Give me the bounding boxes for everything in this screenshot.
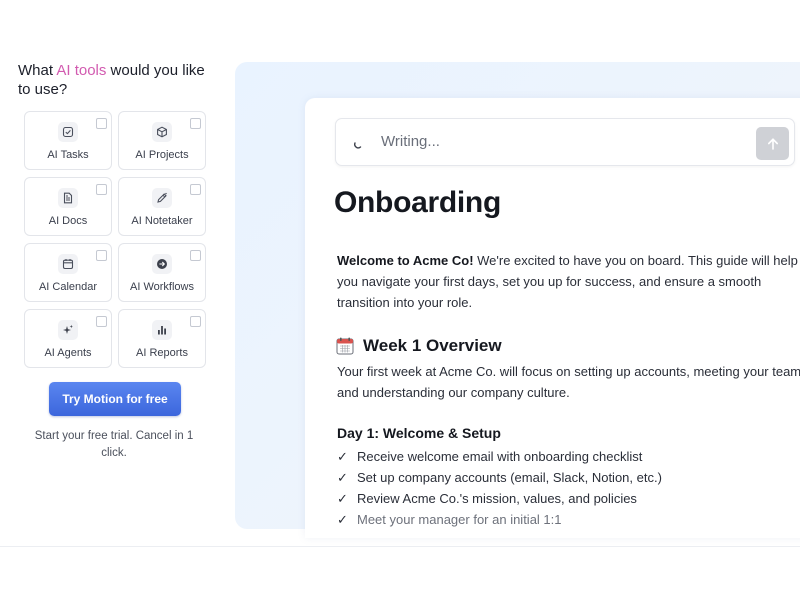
heading-text-before: What bbox=[18, 62, 57, 79]
spinner-icon bbox=[354, 142, 362, 149]
list-item: ✓ Set up company accounts (email, Slack, … bbox=[337, 467, 662, 488]
calendar-icon bbox=[58, 254, 78, 274]
list-item: ✓ Review Acme Co.'s mission, values, and … bbox=[337, 488, 662, 509]
day-heading: Day 1: Welcome & Setup bbox=[337, 425, 501, 441]
tool-label: AI Docs bbox=[48, 215, 88, 227]
welcome-paragraph: Welcome to Acme Co! We're excited to hav… bbox=[337, 250, 800, 313]
check-icon: ✓ bbox=[337, 512, 348, 527]
welcome-bold: Welcome to Acme Co! bbox=[337, 253, 474, 268]
ai-prompt-box[interactable]: Writing... bbox=[335, 118, 795, 166]
heading-highlight: AI tools bbox=[56, 62, 107, 79]
tools-grid: AI Tasks AI Projects AI Docs AI Notetake… bbox=[24, 111, 206, 368]
tools-question-heading: What AI tools would you like to use? bbox=[18, 61, 218, 99]
section-divider bbox=[0, 546, 800, 547]
tool-card-ai-calendar[interactable]: AI Calendar bbox=[24, 243, 112, 302]
tool-card-ai-notetaker[interactable]: AI Notetaker bbox=[118, 177, 206, 236]
list-item-text: Meet your manager for an initial 1:1 bbox=[357, 512, 562, 527]
tool-checkbox[interactable] bbox=[96, 118, 107, 129]
tool-checkbox[interactable] bbox=[96, 316, 107, 327]
week-paragraph: Your first week at Acme Co. will focus o… bbox=[337, 364, 800, 400]
list-item: ✓ Receive welcome email with onboarding c… bbox=[337, 446, 662, 467]
tool-card-ai-tasks[interactable]: AI Tasks bbox=[24, 111, 112, 170]
arrow-circle-icon bbox=[152, 254, 172, 274]
list-item-text: Set up company accounts (email, Slack, N… bbox=[357, 470, 662, 485]
arrow-up-icon bbox=[767, 137, 778, 150]
tool-label: AI Calendar bbox=[38, 281, 98, 293]
week-heading: Week 1 Overview bbox=[336, 336, 502, 356]
bar-chart-icon bbox=[152, 320, 172, 340]
tool-label: AI Tasks bbox=[47, 149, 89, 161]
check-icon: ✓ bbox=[337, 449, 348, 464]
calendar-emoji-icon bbox=[336, 337, 354, 355]
tool-label: AI Reports bbox=[136, 347, 188, 359]
list-item-text: Receive welcome email with onboarding ch… bbox=[357, 449, 643, 464]
task-check-icon bbox=[58, 122, 78, 142]
tool-card-ai-workflows[interactable]: AI Workflows bbox=[118, 243, 206, 302]
tool-card-ai-projects[interactable]: AI Projects bbox=[118, 111, 206, 170]
tool-checkbox[interactable] bbox=[190, 250, 201, 261]
tool-label: AI Workflows bbox=[130, 281, 194, 293]
send-button[interactable] bbox=[756, 127, 789, 160]
tool-label: AI Notetaker bbox=[131, 215, 193, 227]
onboarding-checklist: ✓ Receive welcome email with onboarding c… bbox=[337, 446, 662, 530]
document-icon bbox=[58, 188, 78, 208]
tool-label: AI Projects bbox=[135, 149, 189, 161]
tool-checkbox[interactable] bbox=[190, 118, 201, 129]
try-motion-button[interactable]: Try Motion for free bbox=[49, 382, 181, 416]
tool-checkbox[interactable] bbox=[190, 316, 201, 327]
sparkle-icon bbox=[58, 320, 78, 340]
check-icon: ✓ bbox=[337, 491, 348, 506]
cube-icon bbox=[152, 122, 172, 142]
tool-checkbox[interactable] bbox=[96, 184, 107, 195]
check-icon: ✓ bbox=[337, 470, 348, 485]
tool-card-ai-agents[interactable]: AI Agents bbox=[24, 309, 112, 368]
list-item: ✓ Meet your manager for an initial 1:1 bbox=[337, 509, 662, 530]
tool-label: AI Agents bbox=[44, 347, 92, 359]
trial-note: Start your free trial. Cancel in 1 click… bbox=[34, 430, 194, 459]
document-preview: Writing... Onboarding Welcome to Acme Co… bbox=[305, 98, 800, 538]
prompt-status-text: Writing... bbox=[381, 133, 440, 150]
tool-checkbox[interactable] bbox=[190, 184, 201, 195]
tool-checkbox[interactable] bbox=[96, 250, 107, 261]
document-title: Onboarding bbox=[334, 186, 501, 219]
tool-card-ai-reports[interactable]: AI Reports bbox=[118, 309, 206, 368]
tool-card-ai-docs[interactable]: AI Docs bbox=[24, 177, 112, 236]
week-title: Week 1 Overview bbox=[363, 336, 502, 355]
pen-icon bbox=[152, 188, 172, 208]
list-item-text: Review Acme Co.'s mission, values, and p… bbox=[357, 491, 637, 506]
